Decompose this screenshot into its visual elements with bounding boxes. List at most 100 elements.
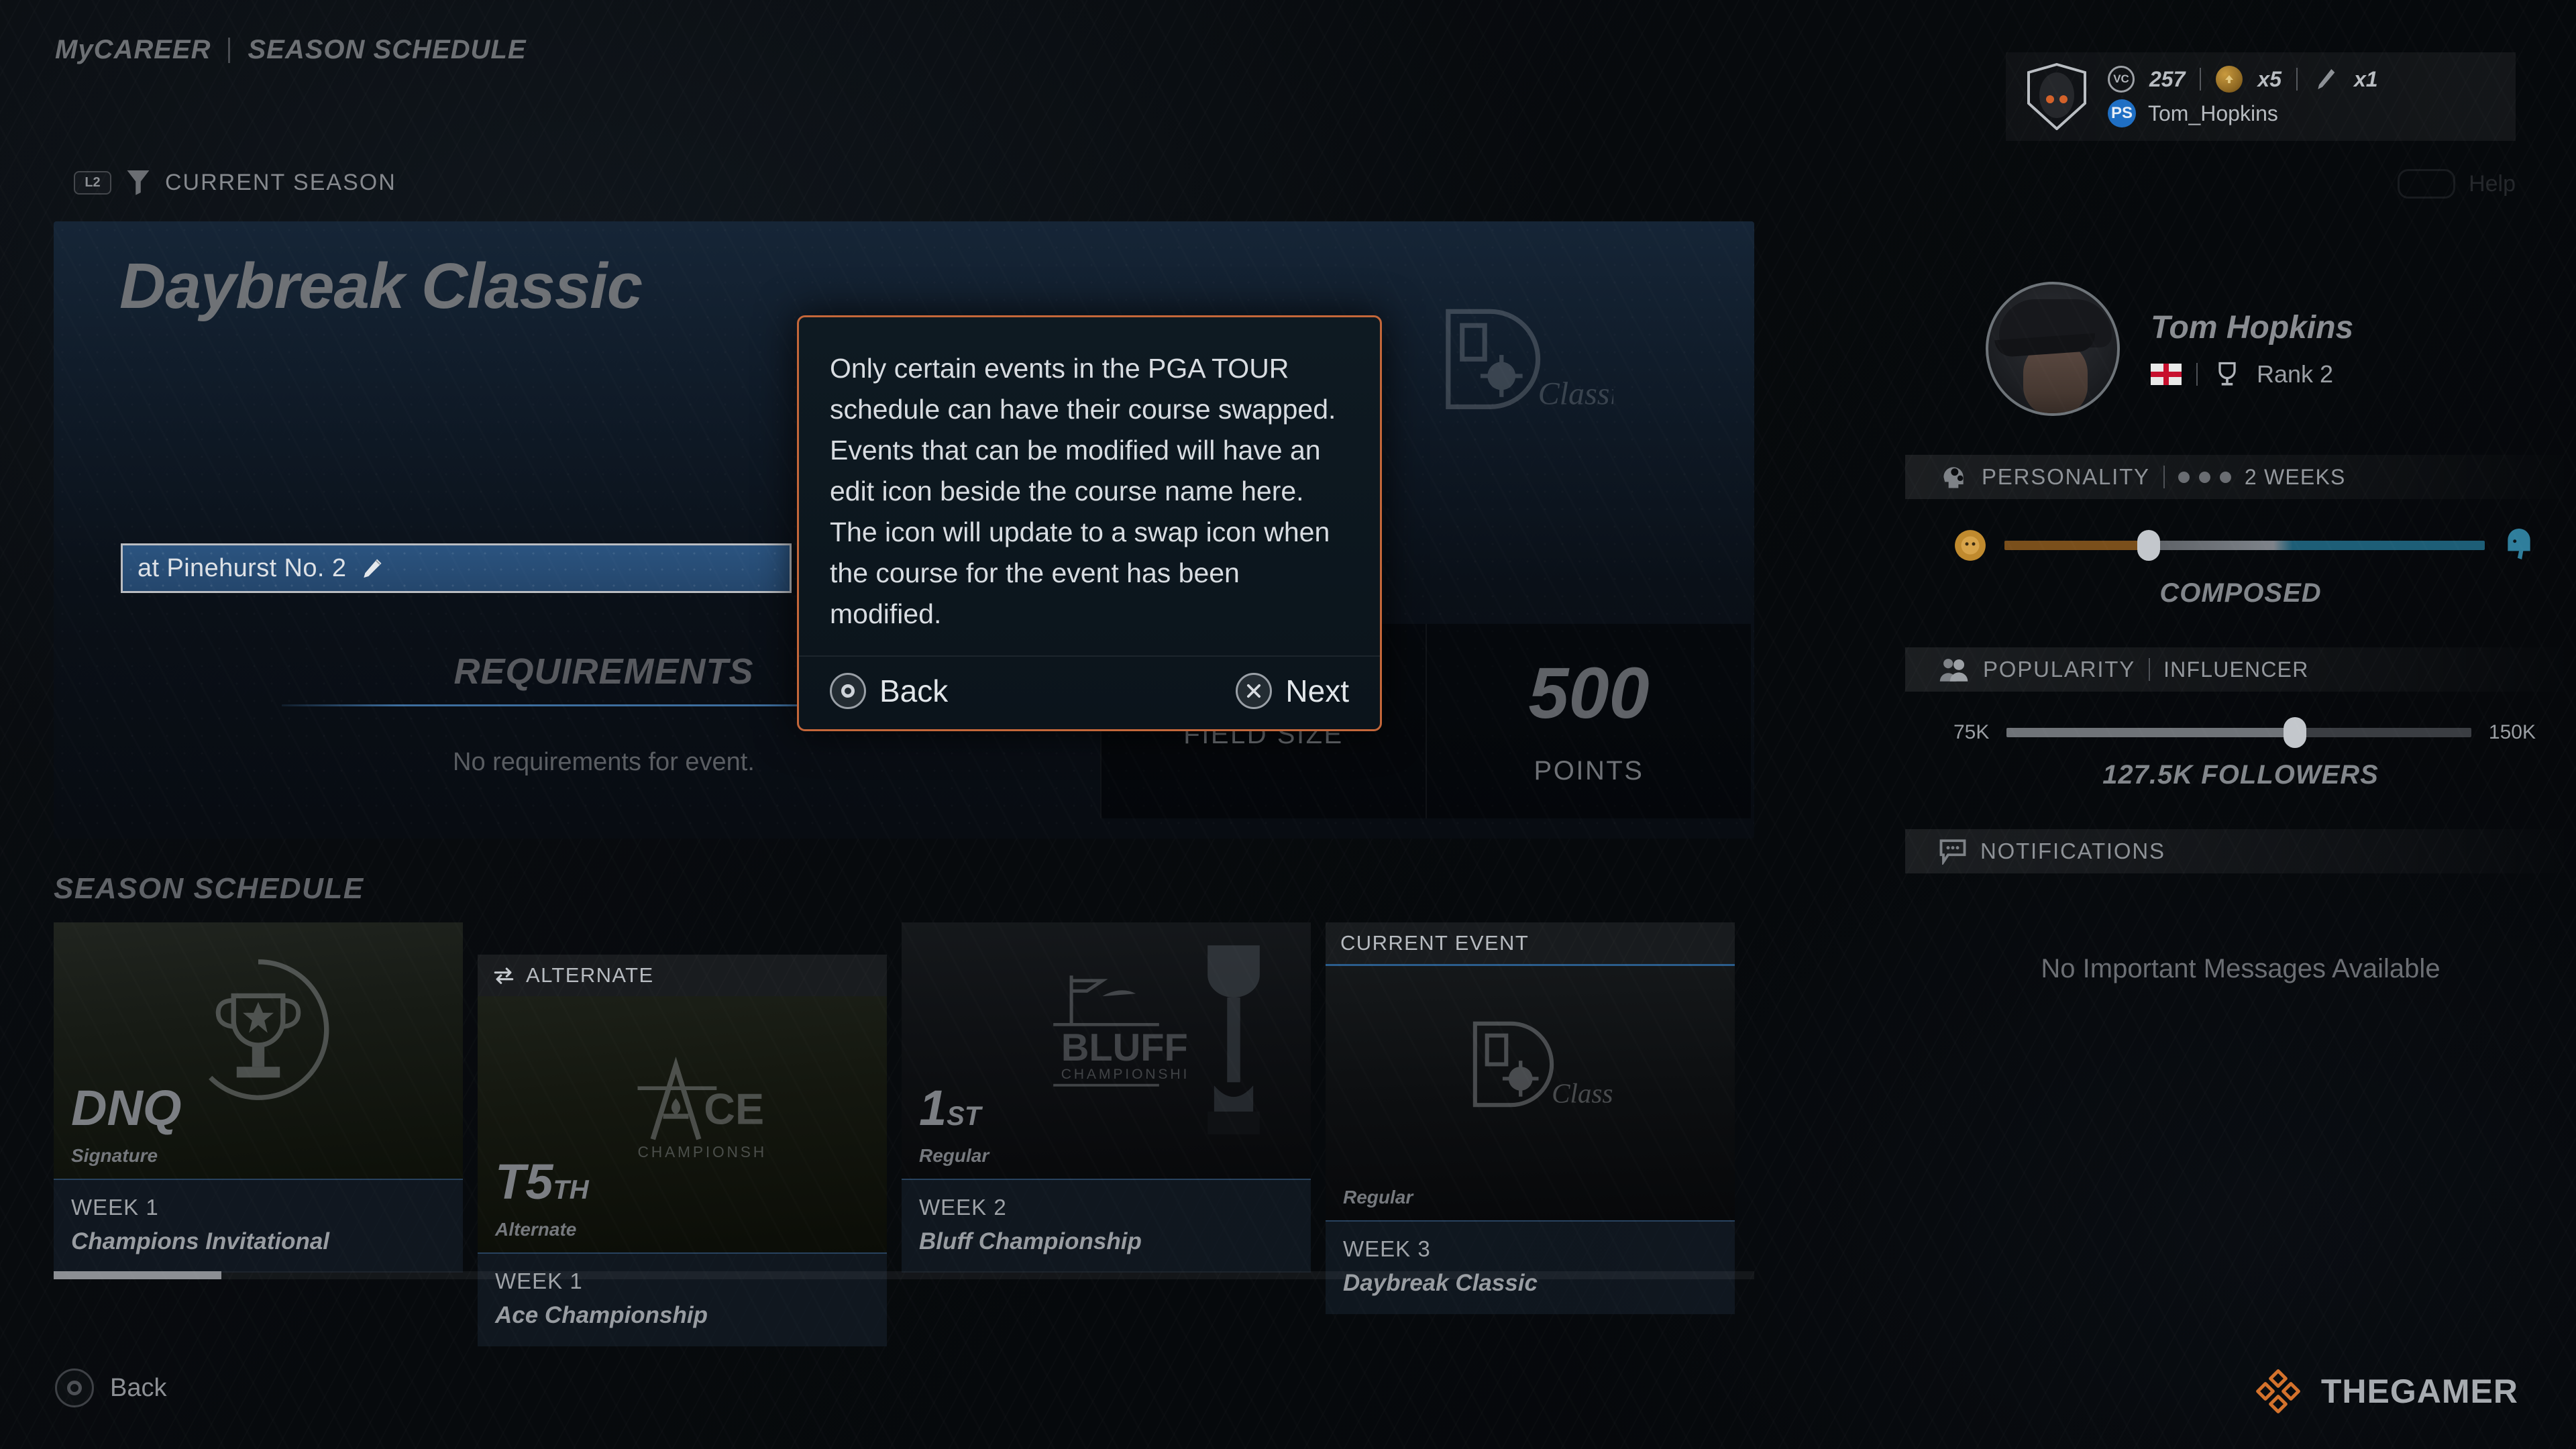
elephant-icon bbox=[2508, 529, 2530, 559]
popularity-tier: INFLUENCER bbox=[2163, 657, 2309, 682]
card-result: 1ST bbox=[919, 1083, 981, 1133]
personality-dot bbox=[2219, 471, 2231, 483]
account-divider-1 bbox=[2200, 68, 2202, 91]
breadcrumb-secondary: SEASON SCHEDULE bbox=[248, 35, 527, 64]
boost-multiplier: x5 bbox=[2257, 66, 2282, 91]
message-icon bbox=[1939, 839, 1966, 865]
card-week: WEEK 1 bbox=[71, 1195, 159, 1220]
platform-username: Tom_Hopkins bbox=[2148, 101, 2278, 125]
vc-icon: VC bbox=[2108, 66, 2135, 93]
personality-divider bbox=[2163, 466, 2165, 488]
card-artwork: BLUFF CHAMPIONSHIP 1ST Regular bbox=[902, 922, 1311, 1179]
schedule-card[interactable]: BLUFF CHAMPIONSHIP 1ST Regular WEEK 2 Bl… bbox=[902, 922, 1311, 1346]
personality-heading: PERSONALITY bbox=[1982, 464, 2150, 489]
breadcrumb-primary: MyCAREER bbox=[55, 35, 211, 64]
personality-duration: 2 WEEKS bbox=[2244, 464, 2346, 489]
personality-section: PERSONALITY 2 WEEKS COMPOSED bbox=[1905, 455, 2576, 608]
trophy-photo bbox=[1208, 945, 1260, 1134]
filter-icon bbox=[127, 170, 150, 195]
l2-button-badge[interactable]: L2 bbox=[74, 170, 111, 195]
lion-icon bbox=[1955, 530, 1986, 561]
popularity-max: 150K bbox=[2488, 721, 2536, 743]
personality-slider[interactable] bbox=[1905, 529, 2576, 562]
trophy-icon bbox=[2218, 362, 2236, 385]
card-event-name: Bluff Championship bbox=[919, 1228, 1142, 1254]
tooltip-body: Only certain events in the PGA TOUR sche… bbox=[830, 353, 1336, 630]
season-filter[interactable]: L2 CURRENT SEASON bbox=[74, 169, 396, 196]
card-artwork: CE CHAMPIONSHIP T5TH Alternate bbox=[478, 996, 887, 1252]
bluff-championship-icon: BLUFF CHAMPIONSHIP bbox=[1053, 975, 1190, 1087]
club-emblem-icon bbox=[2027, 63, 2086, 130]
popularity-section: POPULARITY INFLUENCER 75K 150K 127.5K FO… bbox=[1905, 647, 2576, 790]
popularity-heading: POPULARITY bbox=[1983, 657, 2136, 682]
popularity-knob[interactable] bbox=[2283, 717, 2306, 748]
country-flag-icon bbox=[2151, 363, 2182, 385]
points-value: 500 bbox=[1528, 651, 1650, 733]
player-meta-divider bbox=[2196, 362, 2198, 386]
popularity-header: POPULARITY INFLUENCER bbox=[1905, 647, 2576, 692]
schedule-scrollbar-thumb[interactable] bbox=[54, 1271, 221, 1279]
playstation-icon: PS bbox=[2108, 99, 2136, 127]
help-button-badge bbox=[2398, 169, 2456, 199]
daybreak-classic-icon: Classic bbox=[1472, 1021, 1614, 1109]
notifications-empty-text: No Important Messages Available bbox=[2041, 954, 2440, 983]
card-result-value: 1 bbox=[919, 1080, 947, 1136]
card-week: WEEK 2 bbox=[919, 1195, 1007, 1220]
trophy-crest-icon bbox=[209, 959, 329, 1101]
svg-text:CHAMPIONSHIP: CHAMPIONSHIP bbox=[638, 1143, 767, 1161]
card-badge-alternate: ALTERNATE bbox=[478, 955, 887, 996]
points-label: POINTS bbox=[1534, 755, 1644, 786]
help-label: Help bbox=[2469, 170, 2516, 197]
personality-dot bbox=[2178, 471, 2190, 483]
help-button[interactable]: Help bbox=[2398, 169, 2516, 199]
card-event-name: Ace Championship bbox=[495, 1302, 708, 1328]
edit-pencil-icon[interactable] bbox=[361, 557, 384, 580]
personality-knob[interactable] bbox=[2137, 530, 2160, 561]
thegamer-watermark-text: THEGAMER bbox=[2320, 1373, 2518, 1410]
footer-back-button[interactable]: Back bbox=[55, 1368, 166, 1407]
card-event-type: Regular bbox=[1343, 1187, 1413, 1208]
popularity-min: 75K bbox=[1953, 721, 1990, 743]
svg-text:Classic: Classic bbox=[1552, 1078, 1614, 1109]
schedule-scrollbar[interactable] bbox=[54, 1271, 1754, 1279]
circle-button-icon bbox=[830, 672, 866, 709]
swap-icon bbox=[494, 967, 514, 984]
card-week: WEEK 3 bbox=[1343, 1236, 1431, 1261]
schedule-card-current[interactable]: CURRENT EVENT Classic Regular bbox=[1326, 922, 1735, 1346]
card-artwork: DNQ Signature bbox=[54, 922, 463, 1179]
popularity-slider[interactable]: 75K 150K bbox=[1905, 717, 2576, 748]
account-bar[interactable]: VC 257 x5 x1 PS Tom_Hopkins bbox=[2006, 52, 2516, 141]
personality-track[interactable] bbox=[2004, 530, 2485, 561]
svg-text:Classic: Classic bbox=[1538, 376, 1613, 411]
ace-championship-icon: CE CHAMPIONSHIP bbox=[637, 1057, 767, 1161]
tutorial-tooltip: Only certain events in the PGA TOUR sche… bbox=[797, 315, 1382, 731]
personality-dots bbox=[2178, 471, 2231, 483]
notifications-section: NOTIFICATIONS No Important Messages Avai… bbox=[1905, 829, 2576, 984]
popularity-divider bbox=[2149, 658, 2151, 681]
player-sidebar: Tom Hopkins Rank 2 PERSONALITY 2 WEEKS C… bbox=[1905, 282, 2576, 984]
player-avatar bbox=[1986, 282, 2120, 416]
schedule-card-list: DNQ Signature WEEK 1 Champions Invitatio… bbox=[54, 922, 1735, 1346]
tooltip-back-button[interactable]: Back bbox=[830, 672, 948, 709]
card-event-name: Champions Invitational bbox=[71, 1228, 330, 1254]
card-event-type: Signature bbox=[71, 1145, 158, 1166]
personality-value: COMPOSED bbox=[2159, 578, 2322, 608]
tooltip-actions: Back Next bbox=[799, 655, 1380, 729]
card-event-type: Regular bbox=[919, 1145, 989, 1166]
player-name: Tom Hopkins bbox=[2151, 309, 2354, 345]
course-selector[interactable]: at Pinehurst No. 2 bbox=[121, 543, 792, 593]
people-icon bbox=[1939, 659, 1968, 682]
card-footer: WEEK 1 Ace Championship bbox=[478, 1252, 887, 1346]
personality-header: PERSONALITY 2 WEEKS bbox=[1905, 455, 2576, 499]
daybreak-classic-logo: Classic bbox=[1446, 309, 1613, 411]
card-badge-label: ALTERNATE bbox=[526, 963, 654, 987]
notifications-heading: NOTIFICATIONS bbox=[1980, 839, 2165, 863]
popularity-value: 127.5K FOLLOWERS bbox=[2102, 760, 2379, 790]
tooltip-next-label: Next bbox=[1285, 673, 1349, 708]
schedule-card[interactable]: DNQ Signature WEEK 1 Champions Invitatio… bbox=[54, 922, 463, 1346]
card-footer: WEEK 2 Bluff Championship bbox=[902, 1179, 1311, 1273]
tooltip-next-button[interactable]: Next bbox=[1236, 672, 1349, 709]
popularity-track[interactable] bbox=[2006, 717, 2471, 748]
club-item-icon bbox=[2318, 69, 2335, 89]
schedule-card[interactable]: ALTERNATE CE CHAMPIONSHIP T5TH Alternate… bbox=[478, 955, 887, 1346]
